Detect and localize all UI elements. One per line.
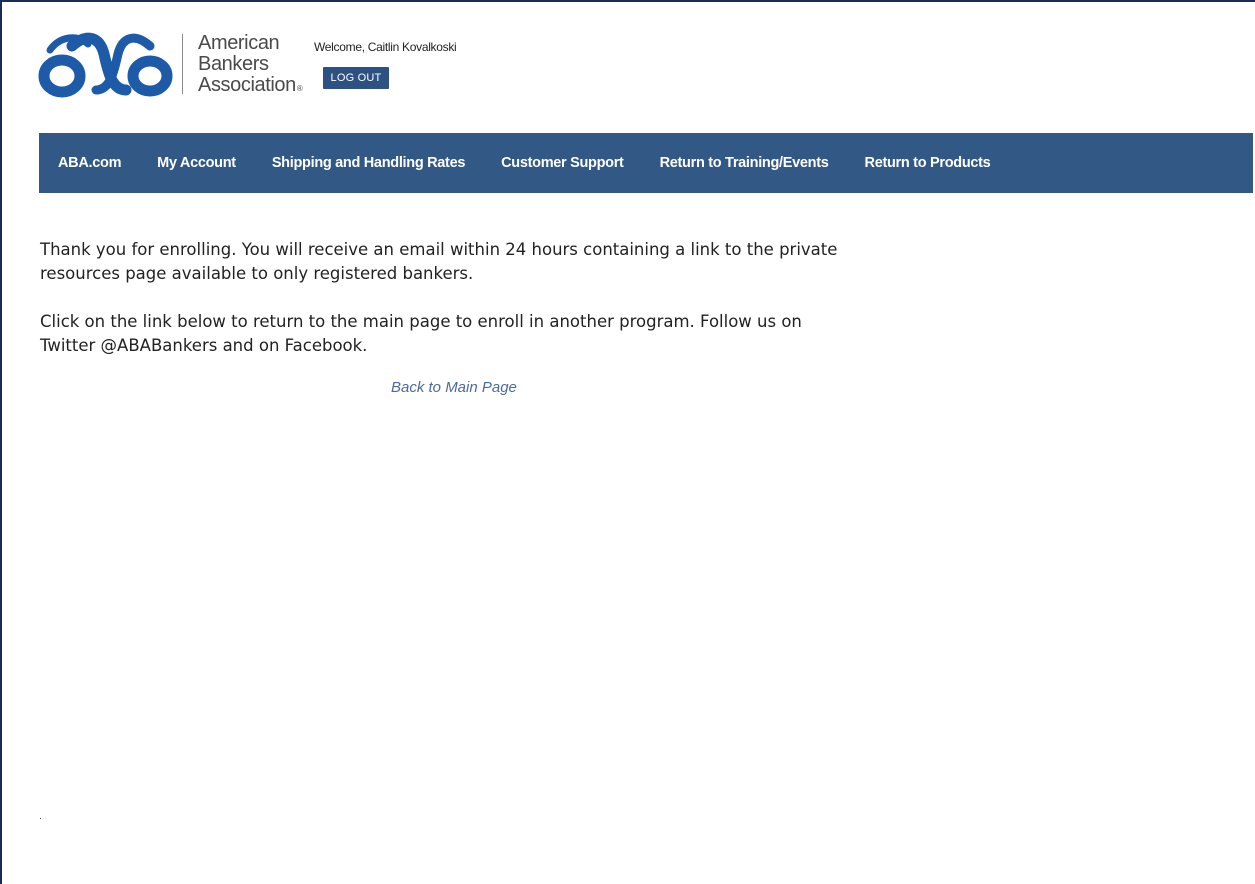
back-to-main-link[interactable]: Back to Main Page <box>391 379 517 396</box>
nav-item-return-training-events[interactable]: Return to Training/Events <box>660 155 829 171</box>
page-frame: American Bankers Association® Welcome, C… <box>0 0 1255 884</box>
stray-dot <box>40 818 41 819</box>
logo-wordmark: American Bankers Association® <box>198 32 303 99</box>
registered-mark: ® <box>296 84 303 93</box>
logo-line-2: Bankers <box>198 53 269 75</box>
confirmation-message: Thank you for enrolling. You will receiv… <box>40 238 860 382</box>
nav-item-my-account[interactable]: My Account <box>157 155 236 171</box>
confirmation-paragraph: Thank you for enrolling. You will receiv… <box>40 240 838 283</box>
main-nav: ABA.com My Account Shipping and Handling… <box>39 133 1253 193</box>
logo-line-3: Association® <box>198 74 303 99</box>
nav-item-aba-com[interactable]: ABA.com <box>58 155 121 171</box>
instruction-paragraph: Click on the link below to return to the… <box>40 312 802 355</box>
nav-item-return-products[interactable]: Return to Products <box>865 155 991 171</box>
logo-line-1: American <box>198 32 280 54</box>
logo-line-3-text: Association <box>198 74 296 96</box>
welcome-message: Welcome, Caitlin Kovalkoski <box>314 40 457 54</box>
logout-button[interactable]: LOG OUT <box>323 67 389 89</box>
aba-logo-icon[interactable] <box>38 32 173 98</box>
logo-divider <box>182 34 183 94</box>
nav-item-customer-support[interactable]: Customer Support <box>501 155 624 171</box>
nav-item-shipping-rates[interactable]: Shipping and Handling Rates <box>272 155 466 171</box>
